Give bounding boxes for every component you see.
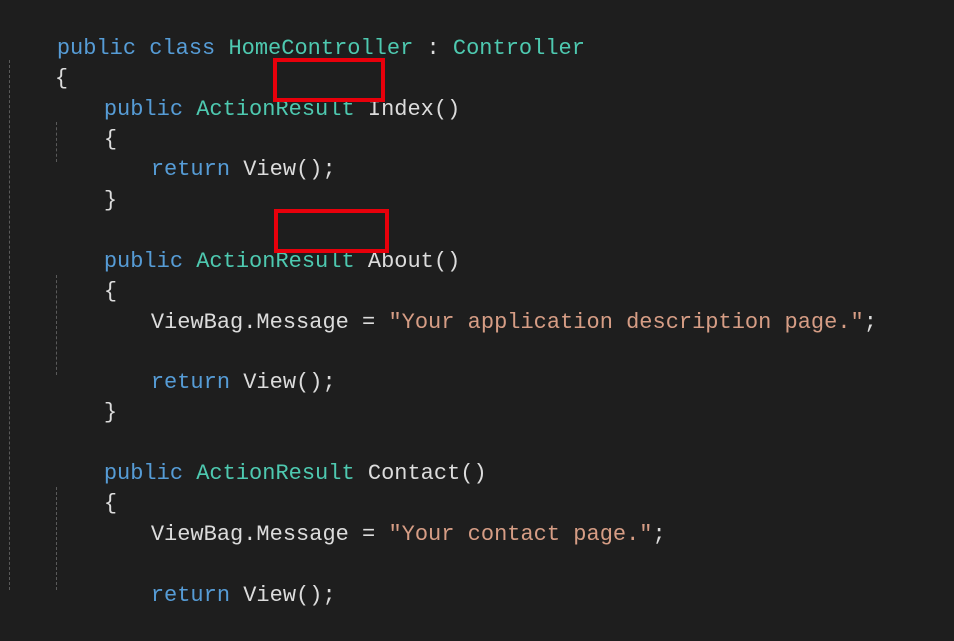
method-name-contact: Contact() [367, 461, 487, 486]
code-line-contact-signature: public ActionResult Contact() [51, 429, 487, 486]
code-line-index-close-brace: } [51, 156, 117, 213]
keyword-public-class: public class [56, 36, 229, 61]
code-line-class-declaration: public class HomeController : Controller [4, 4, 585, 61]
semicolon: ; [652, 522, 666, 547]
code-line-class-open-brace: { [2, 34, 68, 91]
close-brace: } [103, 400, 118, 425]
view-call: View(); [243, 370, 336, 395]
viewbag-assignment: ViewBag.Message = [150, 310, 389, 335]
code-line-about-close-brace: } [51, 368, 117, 425]
code-line-contact-return: return View(); [98, 551, 336, 608]
code-line-index-signature: public ActionResult Index() [51, 65, 460, 122]
code-line-contact-open-brace: { [51, 459, 117, 516]
keyword-public: public [103, 461, 197, 486]
view-call: View(); [243, 157, 336, 182]
indent-guide-class [9, 60, 10, 590]
code-line-contact-message: ViewBag.Message = "Your contact page."; [98, 490, 666, 547]
code-line-about-return: return View(); [98, 338, 336, 395]
base-class-name: Controller [452, 36, 585, 61]
code-line-about-signature: public ActionResult About() [51, 217, 460, 274]
inheritance-separator: : [413, 36, 453, 61]
keyword-return: return [150, 157, 244, 182]
semicolon: ; [863, 310, 877, 335]
close-brace: } [103, 188, 118, 213]
keyword-public: public [103, 249, 197, 274]
code-editor[interactable]: public class HomeController : Controller… [0, 0, 954, 608]
code-line-index-open-brace: { [51, 95, 117, 152]
string-literal: "Your application description page." [388, 310, 864, 335]
keyword-public: public [103, 97, 197, 122]
viewbag-assignment: ViewBag.Message = [150, 522, 389, 547]
return-type: ActionResult [196, 461, 355, 486]
view-call: View(); [243, 583, 336, 608]
keyword-return: return [150, 583, 244, 608]
highlight-box-index [273, 58, 385, 102]
highlight-box-about [274, 209, 389, 253]
keyword-return: return [150, 370, 244, 395]
code-line-about-open-brace: { [51, 247, 117, 304]
code-line-index-return: return View(); [98, 125, 336, 182]
string-literal: "Your contact page." [388, 522, 653, 547]
code-line-about-message: ViewBag.Message = "Your application desc… [98, 278, 877, 335]
